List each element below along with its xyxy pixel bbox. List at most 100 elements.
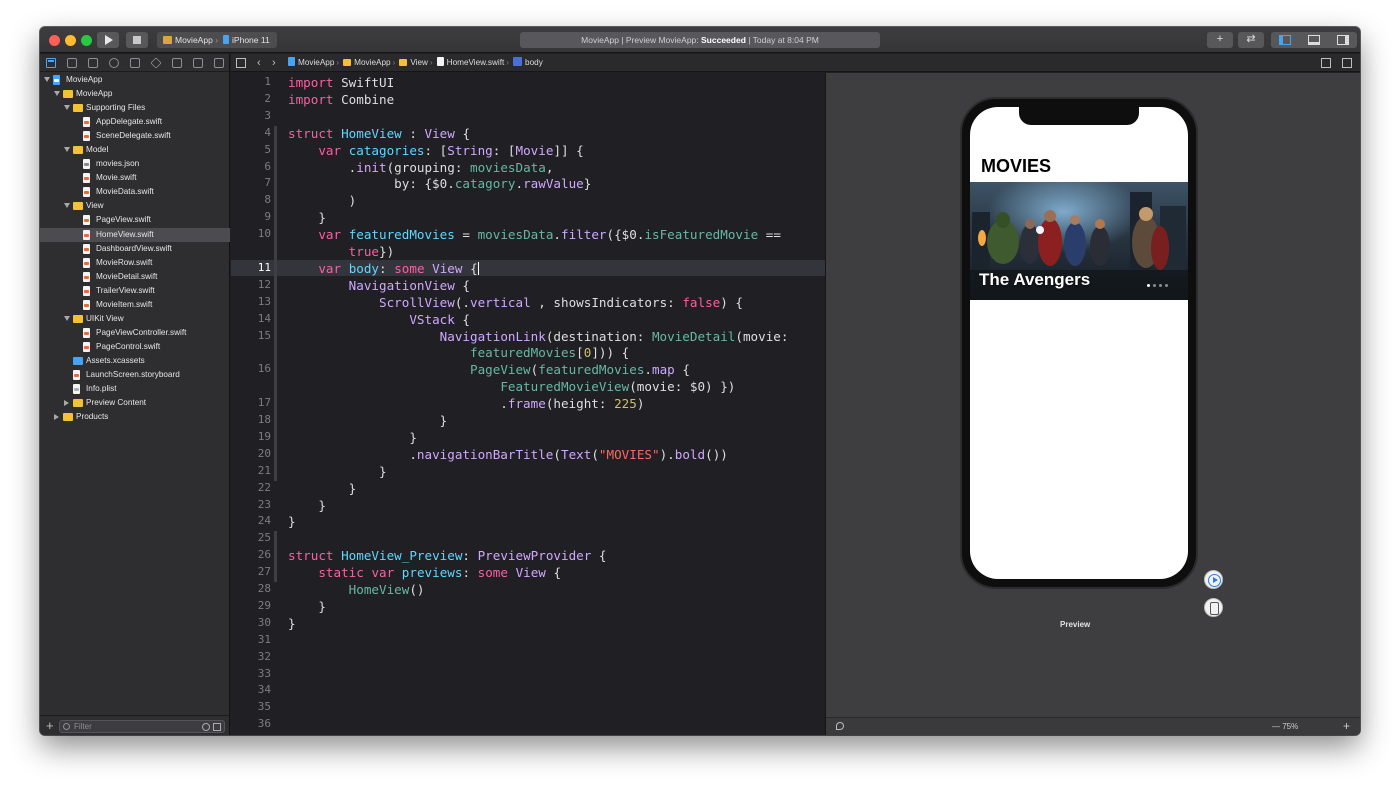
navigator-item[interactable]: Info.plist xyxy=(40,382,230,396)
navigator-item[interactable]: PageControl.swift xyxy=(40,340,230,354)
library-button[interactable]: + xyxy=(1207,32,1233,48)
disclosure-closed-icon[interactable] xyxy=(54,413,59,420)
code-line[interactable]: } xyxy=(288,514,296,529)
code-line[interactable]: .navigationBarTitle(Text("MOVIES").bold(… xyxy=(288,447,728,462)
scheme-selector[interactable]: MovieApp › iPhone 11 xyxy=(157,32,277,48)
navigator-item[interactable]: Model xyxy=(40,143,230,157)
code-line[interactable]: NavigationView { xyxy=(288,278,470,293)
zoom-in-button[interactable]: + xyxy=(1343,717,1350,735)
breadcrumb-item[interactable]: View xyxy=(397,58,428,67)
navigator-item[interactable]: MovieDetail.swift xyxy=(40,270,230,284)
symbol-navigator-icon[interactable] xyxy=(88,58,98,68)
navigator-toggle-icon[interactable] xyxy=(1279,35,1291,45)
forward-arrow-icon[interactable]: › xyxy=(272,54,276,72)
breadcrumb-item[interactable]: MovieApp xyxy=(341,58,391,67)
featured-movie-banner[interactable]: The Avengers xyxy=(970,182,1188,300)
code-line[interactable]: import SwiftUI xyxy=(288,75,394,90)
code-line[interactable]: true}) xyxy=(288,244,395,259)
preview-on-device-button[interactable] xyxy=(1204,598,1223,617)
code-line[interactable]: } xyxy=(288,599,326,614)
code-fold-ribbon[interactable] xyxy=(274,159,277,194)
navigator-item[interactable]: Assets.xcassets xyxy=(40,354,230,368)
navigator-filter-input[interactable]: Filter xyxy=(59,720,225,733)
code-line[interactable]: NavigationLink(destination: MovieDetail(… xyxy=(288,329,789,344)
run-button[interactable] xyxy=(97,32,119,48)
debug-area-toggle-icon[interactable] xyxy=(1308,35,1320,45)
code-line[interactable]: VStack { xyxy=(288,312,470,327)
code-review-button[interactable]: ⇄ xyxy=(1238,32,1264,48)
stop-button[interactable] xyxy=(126,32,148,48)
navigator-item[interactable]: Products xyxy=(40,410,230,424)
code-line[interactable]: } xyxy=(288,413,448,428)
disclosure-closed-icon[interactable] xyxy=(64,399,69,406)
navigator-item[interactable]: LaunchScreen.storyboard xyxy=(40,368,230,382)
navigator-item[interactable]: View xyxy=(40,199,230,213)
navigator-item[interactable]: MovieApp xyxy=(40,87,230,101)
code-line[interactable]: FeaturedMovieView(movie: $0) }) xyxy=(288,379,735,394)
code-line[interactable]: var featuredMovies = moviesData.filter({… xyxy=(288,227,781,242)
project-navigator-icon[interactable] xyxy=(46,58,56,68)
navigator-item[interactable]: PageView.swift xyxy=(40,213,230,227)
code-line[interactable]: } xyxy=(288,481,357,496)
code-line[interactable]: var body: some View { xyxy=(288,261,479,276)
find-navigator-icon[interactable] xyxy=(109,58,119,68)
zoom-window-button[interactable] xyxy=(81,35,92,46)
navigator-item[interactable]: SceneDelegate.swift xyxy=(40,129,230,143)
navigator-item[interactable]: Movie.swift xyxy=(40,171,230,185)
disclosure-open-icon[interactable] xyxy=(54,91,60,97)
add-file-button[interactable]: + xyxy=(46,718,54,733)
zoom-level[interactable]: — 75% xyxy=(1272,718,1298,735)
code-fold-ribbon[interactable] xyxy=(274,531,277,582)
navigator-item[interactable]: UIKit View xyxy=(40,312,230,326)
breadcrumb-item[interactable]: body xyxy=(511,57,543,67)
inspector-toggle-icon[interactable] xyxy=(1337,35,1349,45)
test-navigator-icon[interactable] xyxy=(150,57,162,69)
code-line[interactable]: ScrollView(.vertical , showsIndicators: … xyxy=(288,295,743,310)
code-line[interactable]: struct HomeView_Preview: PreviewProvider… xyxy=(288,548,607,563)
live-preview-button[interactable] xyxy=(1204,570,1223,589)
code-line[interactable]: .frame(height: 225) xyxy=(288,396,644,411)
disclosure-open-icon[interactable] xyxy=(44,77,50,82)
source-control-icon[interactable] xyxy=(67,58,77,68)
report-navigator-icon[interactable] xyxy=(214,58,224,68)
code-line[interactable]: } xyxy=(288,430,417,445)
code-line[interactable]: } xyxy=(288,210,326,225)
source-control-filter-icon[interactable] xyxy=(213,723,221,731)
add-editor-icon[interactable] xyxy=(1342,58,1352,68)
page-control[interactable] xyxy=(1144,274,1168,292)
navigator-item[interactable]: MovieData.swift xyxy=(40,185,230,199)
code-line[interactable]: ) xyxy=(288,193,357,208)
code-line[interactable]: featuredMovies[0])) { xyxy=(288,345,629,360)
back-arrow-icon[interactable]: ‹ xyxy=(257,54,261,72)
code-line[interactable]: .init(grouping: moviesData, xyxy=(288,160,554,175)
code-line[interactable]: by: {$0.catagory.rawValue} xyxy=(288,176,591,191)
code-line[interactable]: struct HomeView : View { xyxy=(288,126,470,141)
disclosure-open-icon[interactable] xyxy=(64,105,70,111)
code-line[interactable]: PageView(featuredMovies.map { xyxy=(288,362,690,377)
navigator-item[interactable]: PageViewController.swift xyxy=(40,326,230,340)
navigator-item[interactable]: Preview Content xyxy=(40,396,230,410)
debug-navigator-icon[interactable] xyxy=(172,58,182,68)
code-line[interactable]: HomeView() xyxy=(288,582,425,597)
disclosure-open-icon[interactable] xyxy=(64,315,70,321)
code-line[interactable]: } xyxy=(288,498,326,513)
breakpoint-navigator-icon[interactable] xyxy=(193,58,203,68)
code-line[interactable]: var catagories: [String: [Movie]] { xyxy=(288,143,583,158)
related-items-icon[interactable] xyxy=(236,58,246,68)
navigator-item[interactable]: MovieRow.swift xyxy=(40,256,230,270)
navigator-item[interactable]: AppDelegate.swift xyxy=(40,115,230,129)
adjust-editor-options-icon[interactable] xyxy=(1321,58,1331,68)
code-line[interactable]: } xyxy=(288,464,387,479)
breadcrumb-item[interactable]: HomeView.swift xyxy=(435,57,504,67)
code-line[interactable]: } xyxy=(288,616,296,631)
close-window-button[interactable] xyxy=(49,35,60,46)
navigator-item[interactable]: Supporting Files xyxy=(40,101,230,115)
disclosure-open-icon[interactable] xyxy=(64,203,70,209)
navigator-item[interactable]: TrailerView.swift xyxy=(40,284,230,298)
recent-files-icon[interactable] xyxy=(202,723,210,731)
source-editor[interactable]: 1 2 3 4 5 6 7 8 9 10 11 12 13 14 15 16 17 18 19 20 21 22 23 24 2… xyxy=(231,73,825,735)
code-fold-ribbon[interactable] xyxy=(274,260,277,464)
preview-screen[interactable]: MOVIES The Avengers xyxy=(970,107,1188,579)
issue-navigator-icon[interactable] xyxy=(130,58,140,68)
code-line[interactable]: static var previews: some View { xyxy=(288,565,561,580)
